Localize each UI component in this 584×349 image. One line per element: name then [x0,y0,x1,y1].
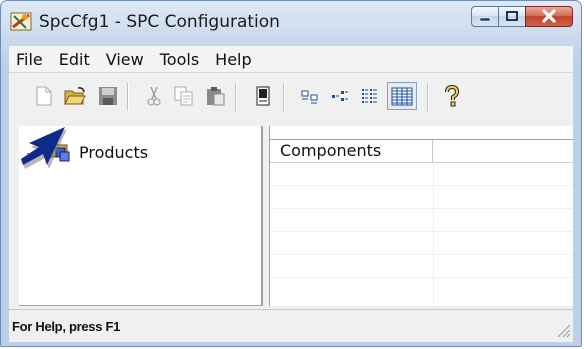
details-button[interactable] [387,82,417,110]
resize-grip-icon[interactable] [555,322,571,338]
app-window: SpcCfg1 - SPC Configuration File Edit Vi… [0,0,582,347]
help-icon [445,85,460,107]
new-icon [36,86,52,106]
menu-file[interactable]: File [9,50,52,69]
open-button[interactable] [62,82,88,110]
copy-button[interactable] [171,82,197,110]
column-header-empty[interactable] [433,140,573,162]
caption-buttons [471,6,573,28]
details-icon [391,87,413,106]
tree-item-products[interactable]: Products [79,143,148,162]
list-icon [362,89,377,103]
arrow-cursor-icon [21,127,67,169]
properties-button[interactable] [250,82,276,110]
status-text: For Help, press F1 [12,319,121,334]
menu-view[interactable]: View [99,50,153,69]
list-button[interactable] [357,82,383,110]
small-icons-button[interactable] [327,82,353,110]
maximize-button[interactable] [498,6,526,27]
menu-help[interactable]: Help [208,50,260,69]
client-area: Products Components [9,123,573,309]
title-bar[interactable]: SpcCfg1 - SPC Configuration [1,1,581,46]
close-button[interactable] [525,6,573,27]
list-header: Components [270,139,573,163]
open-icon [64,87,86,105]
new-button[interactable] [31,82,57,110]
paste-icon [207,87,225,106]
list-view[interactable]: Components [269,126,573,306]
grid-line [270,231,573,232]
properties-icon [256,86,270,106]
save-icon [99,87,117,105]
grid-line [270,185,573,186]
grid-line [433,161,434,306]
status-bar: For Help, press F1 [9,309,573,342]
column-header-components[interactable]: Components [270,140,434,162]
large-icons-icon [301,90,318,104]
save-button[interactable] [95,82,121,110]
minimize-button[interactable] [471,6,499,27]
app-icon [10,12,32,31]
grid-line [270,208,573,209]
cut-icon [147,86,161,106]
menu-tools[interactable]: Tools [153,50,208,69]
help-button[interactable] [439,82,465,110]
large-icons-button[interactable] [297,82,323,110]
minimize-icon [479,17,491,22]
grid-line [270,254,573,255]
close-icon [542,9,556,23]
menu-bar: File Edit View Tools Help [9,46,573,73]
grid-line [270,277,573,278]
window-title: SpcCfg1 - SPC Configuration [39,12,280,32]
maximize-icon [506,11,518,21]
menu-edit[interactable]: Edit [52,50,99,69]
toolbar [9,73,573,124]
tree-view[interactable]: Products [19,126,263,306]
copy-icon [174,86,193,106]
cut-button[interactable] [141,82,167,110]
small-icons-icon [332,91,348,101]
paste-button[interactable] [202,82,228,110]
